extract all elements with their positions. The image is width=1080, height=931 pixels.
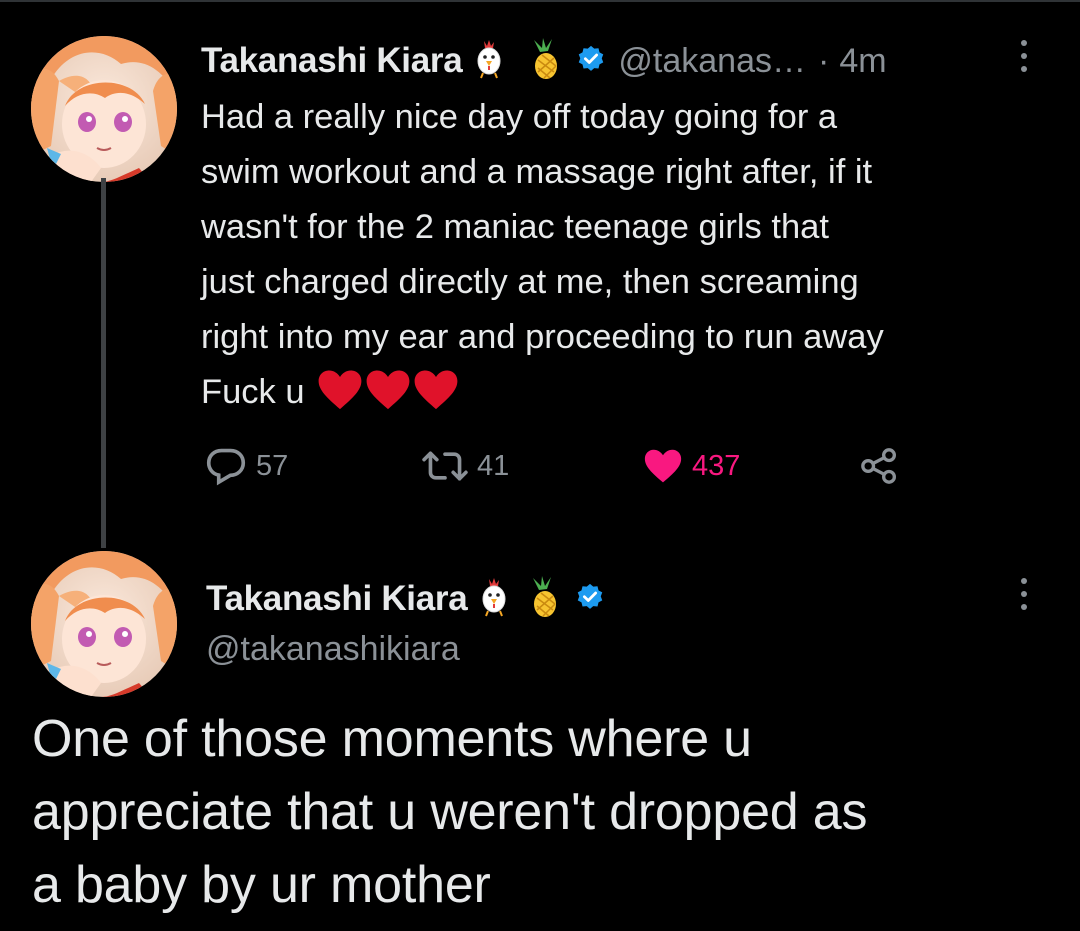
top-divider: [0, 0, 1080, 2]
share-button[interactable]: [859, 443, 899, 489]
red-heart-icon: [366, 370, 409, 409]
more-vertical-icon[interactable]: [1014, 40, 1034, 72]
handle[interactable]: @takanas…: [618, 42, 806, 81]
heart-filled-icon: [644, 449, 682, 483]
avatar[interactable]: [31, 36, 177, 182]
handle[interactable]: @takanashikiara: [206, 626, 460, 672]
share-icon: [861, 448, 897, 484]
reply-count: 57: [256, 449, 289, 482]
retweet-count: 41: [477, 449, 510, 482]
reply-icon: [206, 448, 246, 486]
timestamp[interactable]: 4m: [839, 42, 886, 81]
avatar-image: [31, 36, 177, 182]
tweet-text-line: One of those moments where u: [32, 710, 752, 768]
chicken-icon: [472, 39, 506, 84]
tweet-text: One of those moments where u appreciate …: [32, 703, 1062, 922]
red-heart-icon: [414, 370, 457, 409]
tweet-header: Takanashi Kiara: [206, 574, 605, 624]
red-heart-icon: [318, 370, 361, 409]
verified-badge-icon: [576, 44, 606, 79]
display-name[interactable]: Takanashi Kiara: [201, 41, 463, 81]
pineapple-icon: [527, 575, 561, 623]
more-vertical-icon[interactable]: [1014, 578, 1034, 610]
tweet-text: Had a really nice day off today going fo…: [201, 90, 1061, 420]
avatar[interactable]: [31, 551, 177, 697]
chicken-icon: [477, 577, 511, 622]
tweet-actions: 57 41 437: [204, 443, 924, 489]
like-count: 437: [692, 449, 741, 482]
tweet-text-last-line: Fuck u: [201, 365, 1061, 420]
reply-button[interactable]: 57: [204, 443, 288, 489]
like-button[interactable]: 437: [642, 443, 740, 489]
retweet-icon: [422, 451, 468, 481]
avatar-image: [31, 551, 177, 697]
tweet-text-line: right into my ear and proceeding to run …: [201, 318, 884, 356]
display-name[interactable]: Takanashi Kiara: [206, 579, 468, 619]
tweet-header: Takanashi Kiara @takanas… · 4m: [201, 36, 887, 86]
tweet-text-line: appreciate that u weren't dropped as: [32, 783, 868, 841]
tweet-text-line: Had a really nice day off today going fo…: [201, 98, 838, 136]
tweet-text-line: wasn't for the 2 maniac teenage girls th…: [201, 208, 829, 246]
verified-badge-icon: [575, 582, 605, 617]
tweet-text-line: swim workout and a massage right after, …: [201, 153, 873, 191]
tweet-text-line: just charged directly at me, then scream…: [201, 263, 859, 301]
thread-connector-line: [101, 178, 106, 548]
tweet-text-line: a baby by ur mother: [32, 856, 491, 914]
hearts-group: [317, 369, 459, 411]
pineapple-icon: [528, 37, 562, 85]
tweet-text-line: Fuck u: [201, 373, 305, 411]
retweet-button[interactable]: 41: [421, 443, 509, 489]
separator-dot: ·: [817, 41, 830, 80]
